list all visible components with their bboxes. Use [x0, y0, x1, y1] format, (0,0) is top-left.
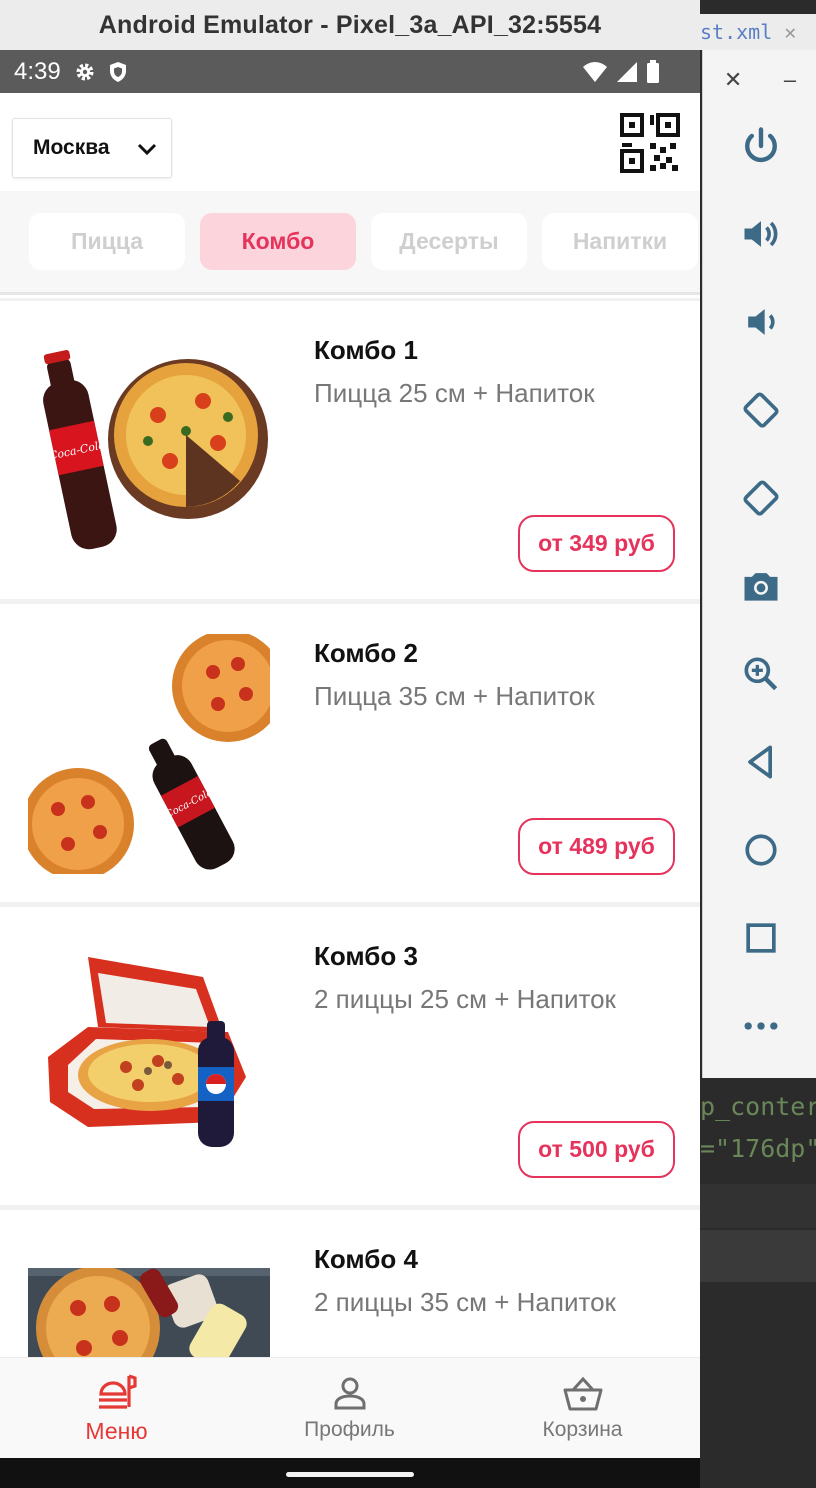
ide-file-tab-label: st.xml [700, 20, 773, 44]
camera-icon[interactable] [735, 560, 787, 612]
category-tabs: Пицца Комбо Десерты Напитки [0, 191, 700, 295]
screen: Android Emulator - Pixel_3a_API_32:5554 … [0, 0, 816, 1488]
product-list: Coca-Cola Комбо 1 Пицца 25 см + Напиток … [0, 298, 700, 1358]
qr-code-icon[interactable] [620, 113, 680, 173]
product-image: Coca-Cola [28, 634, 270, 874]
bottom-navigation: Меню Профиль Корзина [0, 1357, 700, 1458]
chevron-down-icon [137, 143, 157, 156]
emulator-titlebar: Android Emulator - Pixel_3a_API_32:5554 [0, 0, 700, 50]
nav-menu[interactable]: Меню [0, 1358, 233, 1459]
menu-food-icon [98, 1374, 137, 1409]
signal-icon [617, 61, 637, 82]
product-image [48, 957, 246, 1147]
product-description: 2 пиццы 35 см + Напиток [314, 1287, 616, 1317]
battery-icon [647, 59, 659, 83]
tab-combo[interactable]: Комбо [200, 213, 356, 270]
product-card[interactable]: Комбо 4 2 пиццы 35 см + Напиток [0, 1210, 700, 1358]
power-icon[interactable] [735, 120, 787, 172]
volume-down-icon[interactable] [735, 296, 787, 348]
home-icon[interactable] [735, 824, 787, 876]
tab-pizza[interactable]: Пицца [29, 213, 185, 270]
basket-icon [563, 1376, 602, 1410]
settings-icon [76, 63, 94, 80]
code-line: p_conter [700, 1092, 816, 1121]
price-button[interactable]: от 489 руб [518, 818, 675, 875]
code-line: ="176dp" [700, 1134, 816, 1163]
price-button[interactable]: от 500 руб [518, 1121, 675, 1178]
phone-screen: 4:39 Москва Пицца Комбо Десерты Напитки … [0, 50, 700, 1488]
tab-label: Комбо [241, 228, 315, 254]
city-label: Москва [33, 136, 110, 159]
overview-icon[interactable] [735, 912, 787, 964]
nav-cart-label: Корзина [542, 1417, 623, 1441]
toolbar-close-icon[interactable]: ✕ [724, 67, 742, 93]
ide-panel [700, 1230, 816, 1282]
home-gesture-handle[interactable] [286, 1472, 414, 1477]
shield-icon [109, 61, 126, 82]
product-card[interactable]: Coca-Cola Комбо 1 Пицца 25 см + Напиток … [0, 301, 700, 599]
product-image [28, 1268, 270, 1358]
product-card[interactable]: Комбо 3 2 пиццы 25 см + Напиток от 500 р… [0, 907, 700, 1205]
status-time: 4:39 [14, 57, 61, 85]
more-icon[interactable] [735, 1000, 787, 1052]
product-description: Пицца 35 см + Напиток [314, 681, 595, 711]
rotate-left-icon[interactable] [735, 384, 787, 436]
nav-profile[interactable]: Профиль [233, 1358, 466, 1459]
profile-icon [334, 1377, 365, 1409]
product-name: Комбо 4 [314, 1244, 418, 1274]
nav-menu-label: Меню [85, 1418, 148, 1444]
status-bar: 4:39 [0, 50, 700, 93]
product-card[interactable]: Coca-Cola Комбо 2 Пицца 35 см + Напиток … [0, 604, 700, 902]
ide-tab-close-icon[interactable]: ✕ [784, 20, 796, 44]
volume-up-icon[interactable] [735, 208, 787, 260]
zoom-icon[interactable] [735, 648, 787, 700]
product-name: Комбо 2 [314, 638, 418, 668]
ide-code-area: p_conter ="176dp" [700, 1078, 816, 1488]
rotate-right-icon[interactable] [735, 472, 787, 524]
product-image: Coca-Cola [43, 350, 268, 550]
app-header: Москва [0, 93, 700, 191]
product-description: 2 пиццы 25 см + Напиток [314, 984, 616, 1014]
nav-cart[interactable]: Корзина [466, 1358, 699, 1459]
toolbar-minimize-icon[interactable]: – [784, 67, 796, 93]
window-title: Android Emulator - Pixel_3a_API_32:5554 [98, 10, 602, 39]
wifi-icon [583, 61, 607, 82]
ide-panel [700, 1184, 816, 1228]
ide-file-tab[interactable]: st.xml ✕ [700, 14, 816, 50]
emulator-toolbar: ✕ – [702, 50, 816, 1078]
tab-label: Пицца [70, 228, 144, 254]
city-selector[interactable]: Москва [12, 118, 172, 178]
nav-profile-label: Профиль [304, 1417, 395, 1441]
product-description: Пицца 25 см + Напиток [314, 378, 595, 408]
product-name: Комбо 1 [314, 335, 418, 365]
tab-drinks[interactable]: Напитки [542, 213, 698, 270]
tab-label: Напитки [572, 228, 668, 254]
tab-desserts[interactable]: Десерты [371, 213, 527, 270]
back-icon[interactable] [735, 736, 787, 788]
product-name: Комбо 3 [314, 941, 418, 971]
gesture-bar [0, 1458, 700, 1488]
price-button[interactable]: от 349 руб [518, 515, 675, 572]
tab-label: Десерты [399, 228, 499, 254]
